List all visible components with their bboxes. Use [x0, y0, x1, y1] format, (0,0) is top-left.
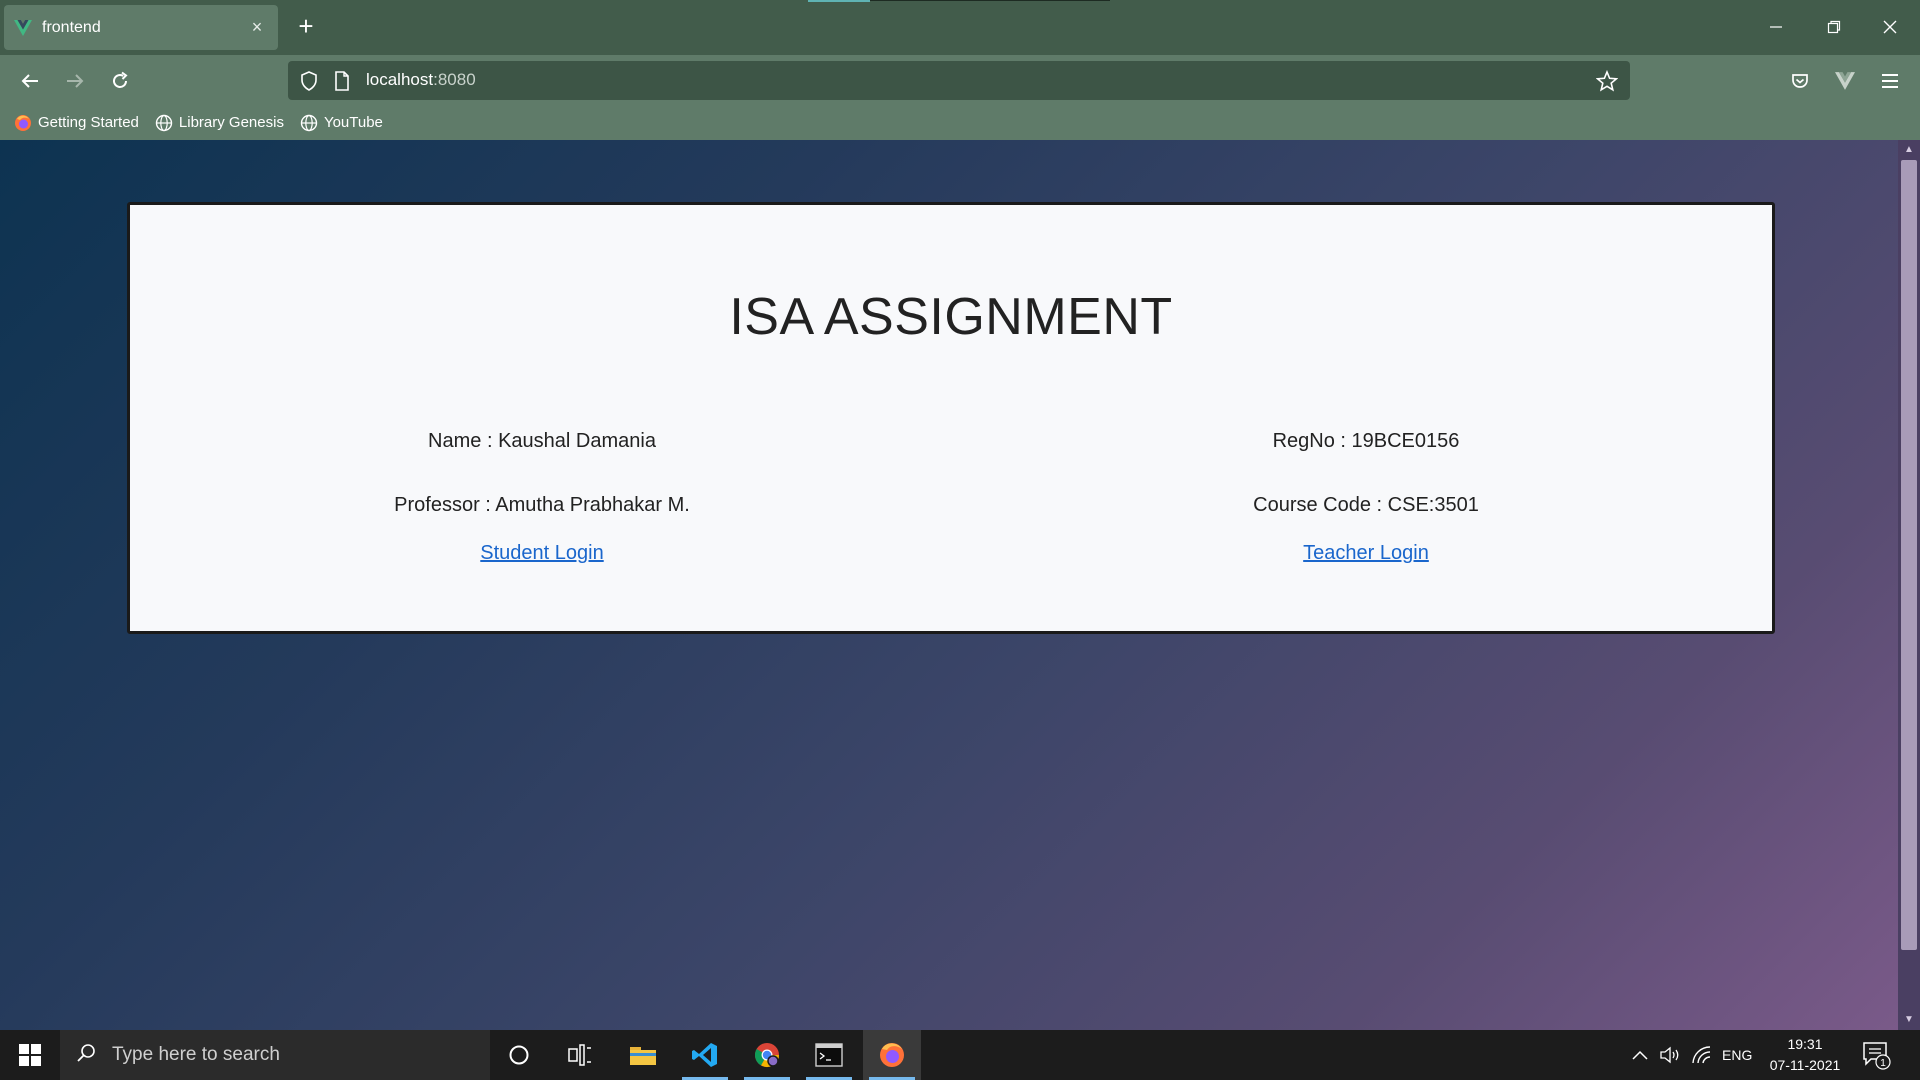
bookmark-label: Library Genesis [178, 114, 284, 131]
back-arrow-icon[interactable] [14, 65, 46, 97]
restore-icon[interactable] [1814, 12, 1854, 42]
menu-hamburger-icon[interactable] [1874, 65, 1906, 97]
volume-icon[interactable] [1660, 1030, 1682, 1080]
page-title: ISA ASSIGNMENT [729, 288, 1173, 346]
student-name: Name : Kaushal Damania [428, 430, 656, 452]
left-column: Name : Kaushal Damania Professor : Amuth… [130, 430, 954, 565]
firefox-icon [14, 114, 32, 132]
tab-bar: frontend × + [0, 0, 1920, 55]
reload-icon[interactable] [104, 65, 136, 97]
close-window-icon[interactable] [1870, 12, 1910, 42]
right-column: RegNo : 19BCE0156 Course Code : CSE:3501… [954, 430, 1778, 565]
tab-title: frontend [42, 18, 101, 36]
student-login-link[interactable]: Student Login [480, 542, 603, 565]
professor-name: Professor : Amutha Prabhakar M. [394, 494, 690, 516]
windows-taskbar: Type here to search ENG 19:31 07-11-2021… [0, 1030, 1920, 1080]
scrollbar-thumb[interactable] [1901, 160, 1917, 950]
bookmark-label: Getting Started [38, 114, 139, 131]
page-viewport: ISA ASSIGNMENT Name : Kaushal Damania Pr… [0, 140, 1898, 1030]
vscode-icon[interactable] [676, 1030, 734, 1080]
navigation-toolbar: localhost:8080 [0, 55, 1920, 105]
terminal-icon[interactable] [800, 1030, 858, 1080]
bookmark-library-genesis[interactable]: Library Genesis [155, 114, 284, 132]
url-text[interactable]: localhost:8080 [366, 70, 476, 90]
new-tab-button[interactable]: + [292, 12, 320, 40]
windows-start-icon[interactable] [0, 1030, 60, 1080]
vue-devtools-icon[interactable] [1829, 65, 1861, 97]
tab-progress-indicator [808, 0, 870, 2]
bookmarks-toolbar: Getting Started Library Genesis YouTube [0, 105, 1920, 140]
bookmark-label: YouTube [323, 114, 383, 131]
forward-arrow-icon[interactable] [59, 65, 91, 97]
cortana-icon[interactable] [490, 1030, 548, 1080]
bookmark-getting-started[interactable]: Getting Started [14, 114, 139, 132]
task-view-icon[interactable] [551, 1030, 609, 1080]
course-code: Course Code : CSE:3501 [1253, 494, 1479, 516]
file-explorer-icon[interactable] [614, 1030, 672, 1080]
address-bar[interactable]: localhost:8080 [288, 61, 1630, 100]
globe-icon [155, 114, 173, 132]
search-placeholder: Type here to search [112, 1044, 280, 1065]
clock-date: 07-11-2021 [1769, 1057, 1841, 1073]
reg-number: RegNo : 19BCE0156 [1272, 430, 1460, 452]
url-port: :8080 [433, 70, 476, 89]
system-clock[interactable]: 19:31 07-11-2021 [1760, 1034, 1850, 1076]
bookmark-star-icon[interactable] [1595, 69, 1619, 97]
minimize-icon[interactable] [1756, 12, 1796, 42]
vue-favicon-icon [14, 19, 32, 37]
chrome-icon[interactable] [738, 1030, 796, 1080]
wifi-icon[interactable] [1692, 1030, 1712, 1080]
browser-tab[interactable]: frontend × [4, 5, 278, 50]
scroll-up-icon[interactable]: ▲ [1903, 144, 1915, 156]
tracking-shield-icon[interactable] [300, 71, 318, 96]
tab-close-icon[interactable]: × [246, 17, 268, 38]
globe-icon [300, 114, 318, 132]
page-scrollbar[interactable]: ▲ ▼ [1898, 140, 1920, 1030]
taskbar-search-box[interactable]: Type here to search [60, 1030, 490, 1080]
search-icon [76, 1043, 96, 1068]
notification-center-icon[interactable]: 1 [1862, 1040, 1892, 1075]
tab-progress-track [870, 0, 1110, 1]
notification-count: 1 [1880, 1058, 1886, 1069]
bookmark-youtube[interactable]: YouTube [300, 114, 383, 132]
teacher-login-link[interactable]: Teacher Login [1303, 542, 1429, 565]
clock-time: 19:31 [1787, 1036, 1823, 1052]
url-host: localhost [366, 70, 434, 89]
pocket-icon[interactable] [1784, 65, 1816, 97]
scroll-down-icon[interactable]: ▼ [1903, 1014, 1915, 1026]
input-language[interactable]: ENG [1722, 1030, 1752, 1080]
page-info-icon[interactable] [334, 71, 350, 96]
firefox-taskbar-icon[interactable] [863, 1030, 921, 1080]
assignment-card: ISA ASSIGNMENT Name : Kaushal Damania Pr… [127, 202, 1775, 634]
show-hidden-icons-chevron-icon[interactable] [1632, 1030, 1648, 1080]
